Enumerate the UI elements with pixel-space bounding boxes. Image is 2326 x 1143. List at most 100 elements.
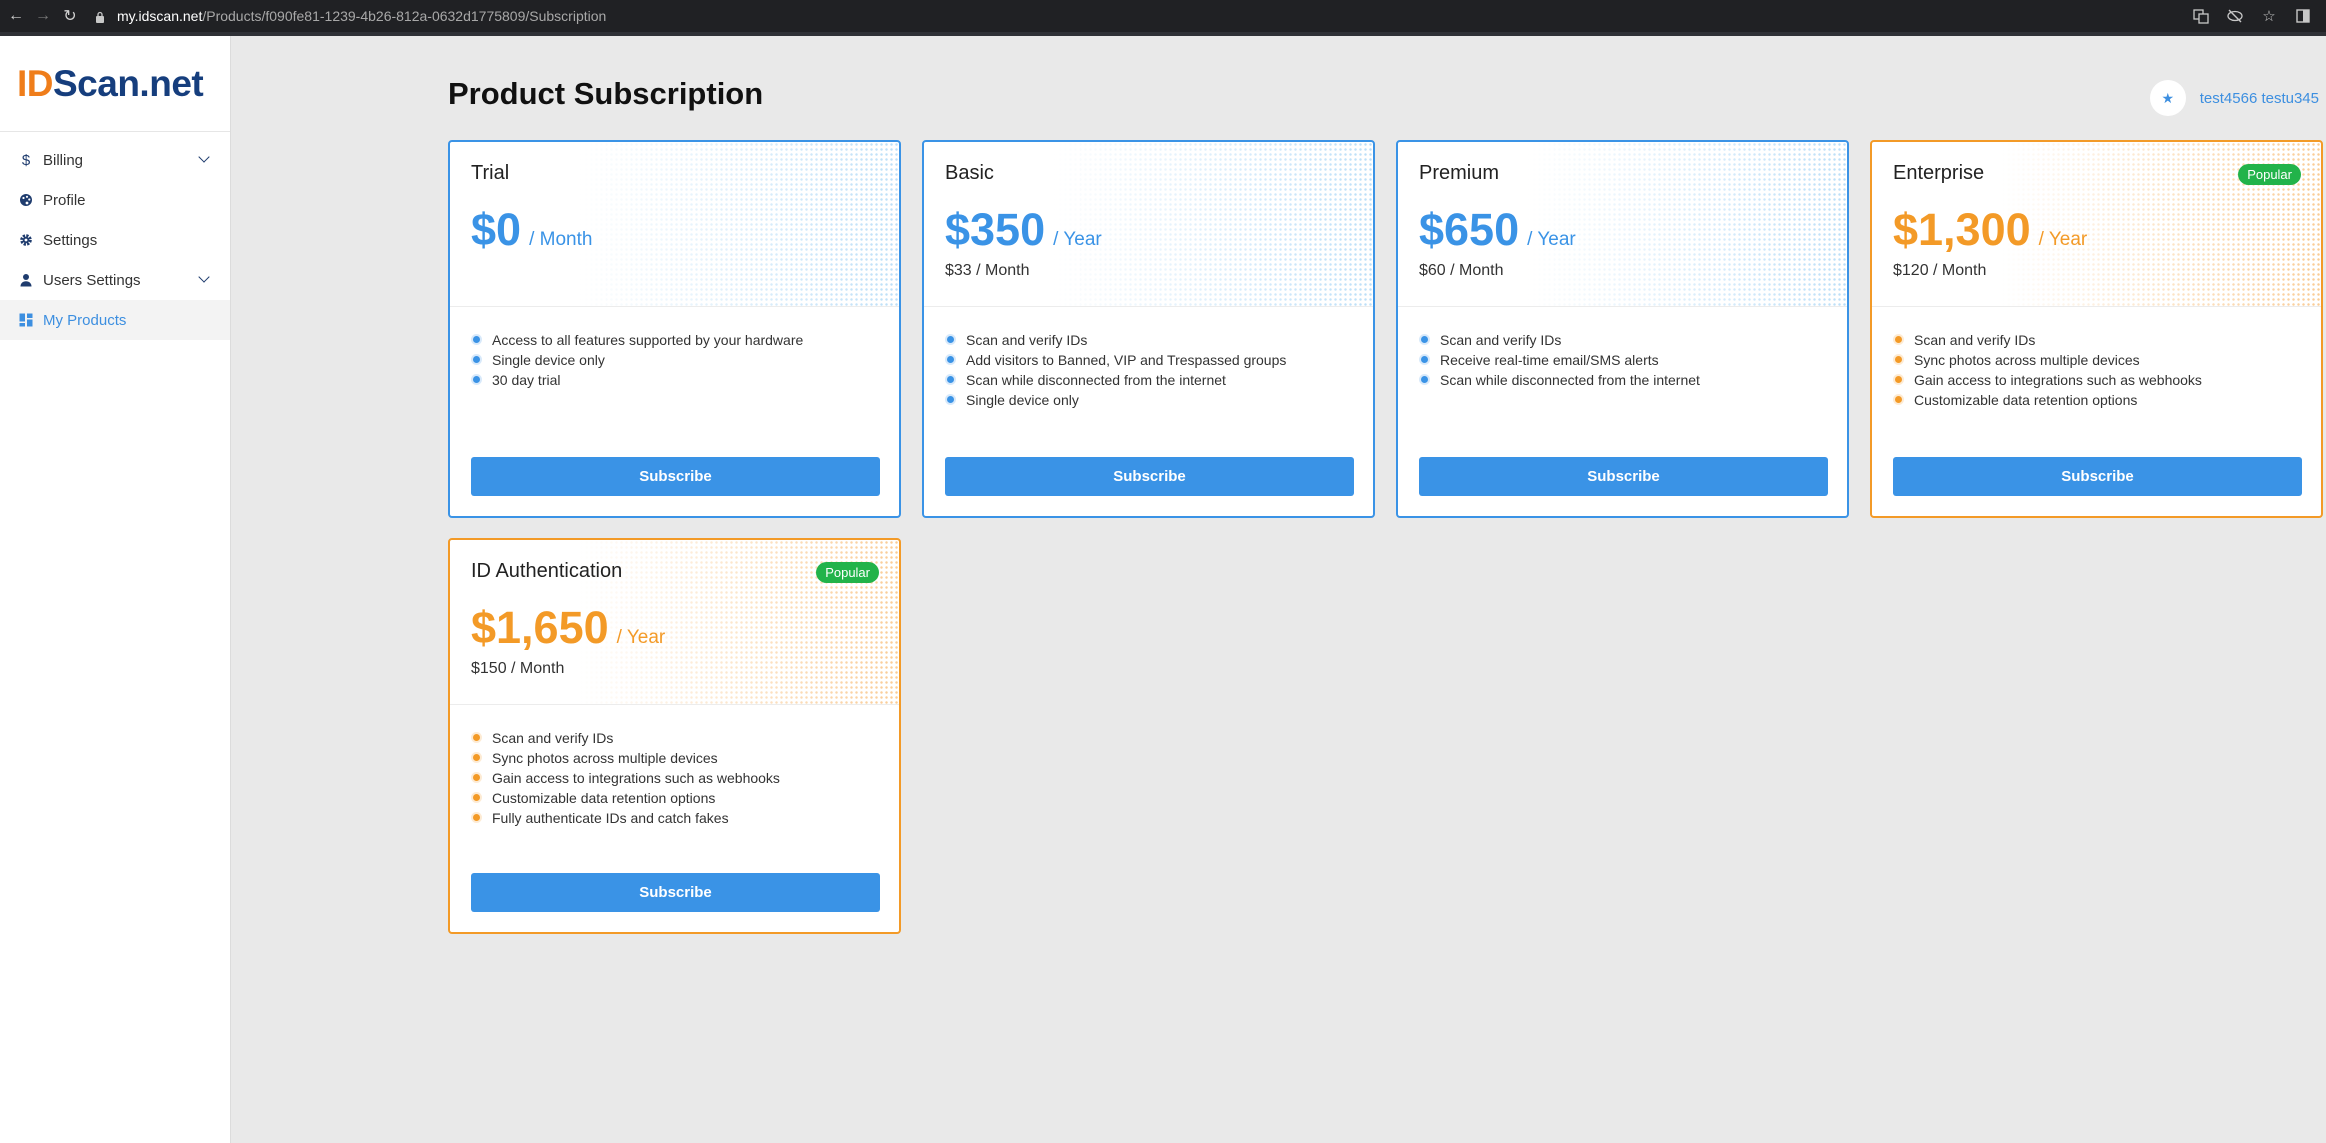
chevron-down-icon[interactable]	[198, 271, 210, 283]
feature-item: Scan and verify IDs	[471, 728, 780, 748]
feature-item: Gain access to integrations such as webh…	[471, 768, 780, 788]
user-menu[interactable]: ★ test4566 testu345	[2149, 80, 2319, 116]
plan-period: / Month	[529, 229, 593, 250]
feature-list: Scan and verify IDs Add visitors to Bann…	[945, 330, 1286, 410]
reload-icon[interactable]: ↻	[59, 5, 81, 27]
plan-price: $350 / Year	[945, 204, 1102, 256]
lock-icon	[95, 10, 105, 23]
feature-item: Scan and verify IDs	[1893, 330, 2202, 350]
browser-toolbar: ← → ↻ my.idscan.net/Products/f090fe81-12…	[0, 0, 2326, 32]
feature-item: Access to all features supported by your…	[471, 330, 803, 350]
dot-pattern	[579, 142, 899, 306]
logo-id-text: ID	[17, 62, 54, 104]
grid-icon	[19, 313, 33, 327]
sidepanel-icon[interactable]	[2294, 7, 2312, 25]
sidebar-item-label: Billing	[43, 151, 84, 169]
plan-period: / Year	[1527, 229, 1576, 250]
plan-card-enterprise: Enterprise Popular $1,300 / Year $120 / …	[1870, 140, 2323, 518]
dollar-icon: $	[21, 151, 31, 169]
sidebar-menu: $ Billing Profile Settings Users Setting…	[0, 132, 230, 340]
eye-off-icon[interactable]	[2226, 7, 2244, 25]
card-divider	[450, 704, 899, 705]
card-divider	[1398, 306, 1847, 307]
sidebar-item-users-settings[interactable]: Users Settings	[0, 260, 230, 300]
bookmark-star-icon[interactable]: ☆	[2260, 7, 2278, 25]
feature-list: Access to all features supported by your…	[471, 330, 803, 390]
subscribe-button[interactable]: Subscribe	[1419, 457, 1828, 496]
plan-period: / Year	[616, 627, 666, 648]
feature-item: Scan and verify IDs	[1419, 330, 1700, 350]
idscan-logo[interactable]: ID Scan.net	[0, 36, 230, 132]
card-divider	[1872, 306, 2321, 307]
subscribe-button[interactable]: Subscribe	[1893, 457, 2302, 496]
forward-arrow-icon[interactable]: →	[32, 5, 54, 27]
plan-price: $1,650 / Year	[471, 602, 665, 654]
url-path: /Products/f090fe81-1239-4b26-812a-0632d1…	[202, 8, 607, 24]
plan-amount: $0	[471, 204, 522, 255]
user-icon	[19, 273, 33, 287]
plan-amount: $1,650	[471, 602, 609, 653]
toolbar-divider	[0, 32, 2326, 36]
user-name[interactable]: test4566 testu345	[2200, 90, 2319, 107]
feature-list: Scan and verify IDs Receive real-time em…	[1419, 330, 1700, 390]
plan-card-premium: Premium $650 / Year $60 / Month Scan and…	[1396, 140, 1849, 518]
sidebar-item-label: Profile	[43, 191, 86, 209]
feature-item: Fully authenticate IDs and catch fakes	[471, 808, 780, 828]
feature-item: Receive real-time email/SMS alerts	[1419, 350, 1700, 370]
plan-name: Premium	[1419, 162, 1500, 184]
feature-list: Scan and verify IDs Sync photos across m…	[471, 728, 780, 828]
plan-card-basic: Basic $350 / Year $33 / Month Scan and v…	[922, 140, 1375, 518]
page-title: Product Subscription	[448, 76, 764, 111]
sidebar-item-billing[interactable]: $ Billing	[0, 140, 230, 180]
back-arrow-icon[interactable]: ←	[5, 5, 27, 27]
plan-card-trial: Trial $0 / Month Access to all features …	[448, 140, 901, 518]
star-icon[interactable]: ★	[2149, 80, 2186, 116]
plan-price: $0 / Month	[471, 204, 592, 256]
plan-period: / Year	[1053, 229, 1102, 250]
plan-name: ID Authentication	[471, 560, 623, 582]
feature-item: Customizable data retention options	[471, 788, 780, 808]
plan-amount: $650	[1419, 204, 1520, 255]
url-host: my.idscan.net	[117, 8, 203, 24]
feature-list: Scan and verify IDs Sync photos across m…	[1893, 330, 2202, 410]
address-bar[interactable]: my.idscan.net/Products/f090fe81-1239-4b2…	[95, 8, 606, 24]
sidebar: ID Scan.net $ Billing Profile Settings Us…	[0, 36, 231, 1143]
plan-amount: $350	[945, 204, 1046, 255]
feature-item: Customizable data retention options	[1893, 390, 2202, 410]
sidebar-item-label: My Products	[43, 311, 127, 329]
plan-price: $650 / Year	[1419, 204, 1576, 256]
plan-monthly-price: $33 / Month	[945, 262, 1030, 279]
card-divider	[924, 306, 1373, 307]
palette-icon	[19, 193, 33, 207]
gear-icon	[19, 233, 33, 247]
sidebar-item-settings[interactable]: Settings	[0, 220, 230, 260]
plan-amount: $1,300	[1893, 204, 2031, 255]
sidebar-item-label: Users Settings	[43, 271, 141, 289]
subscribe-button[interactable]: Subscribe	[471, 873, 880, 912]
feature-item: Scan while disconnected from the interne…	[945, 370, 1286, 390]
chevron-down-icon[interactable]	[198, 151, 210, 163]
plan-card-id-authentication: ID Authentication Popular $1,650 / Year …	[448, 538, 901, 934]
feature-item: Single device only	[471, 350, 803, 370]
feature-item: Sync photos across multiple devices	[1893, 350, 2202, 370]
feature-item: Sync photos across multiple devices	[471, 748, 780, 768]
plan-monthly-price: $60 / Month	[1419, 262, 1504, 279]
subscribe-button[interactable]: Subscribe	[471, 457, 880, 496]
sidebar-item-profile[interactable]: Profile	[0, 180, 230, 220]
card-divider	[450, 306, 899, 307]
feature-item: Add visitors to Banned, VIP and Trespass…	[945, 350, 1286, 370]
popular-badge: Popular	[2238, 164, 2301, 185]
popular-badge: Popular	[816, 562, 879, 583]
subscribe-button[interactable]: Subscribe	[945, 457, 1354, 496]
plan-period: / Year	[2038, 229, 2088, 250]
plan-price: $1,300 / Year	[1893, 204, 2087, 256]
plan-name: Basic	[945, 162, 994, 184]
feature-item: 30 day trial	[471, 370, 803, 390]
translate-icon[interactable]	[2192, 7, 2210, 25]
sidebar-item-my-products[interactable]: My Products	[0, 300, 230, 340]
feature-item: Gain access to integrations such as webh…	[1893, 370, 2202, 390]
plan-monthly-price: $150 / Month	[471, 660, 565, 677]
logo-scan-text: Scan.net	[53, 62, 204, 104]
plan-monthly-price: $120 / Month	[1893, 262, 1987, 279]
plan-name: Trial	[471, 162, 510, 184]
